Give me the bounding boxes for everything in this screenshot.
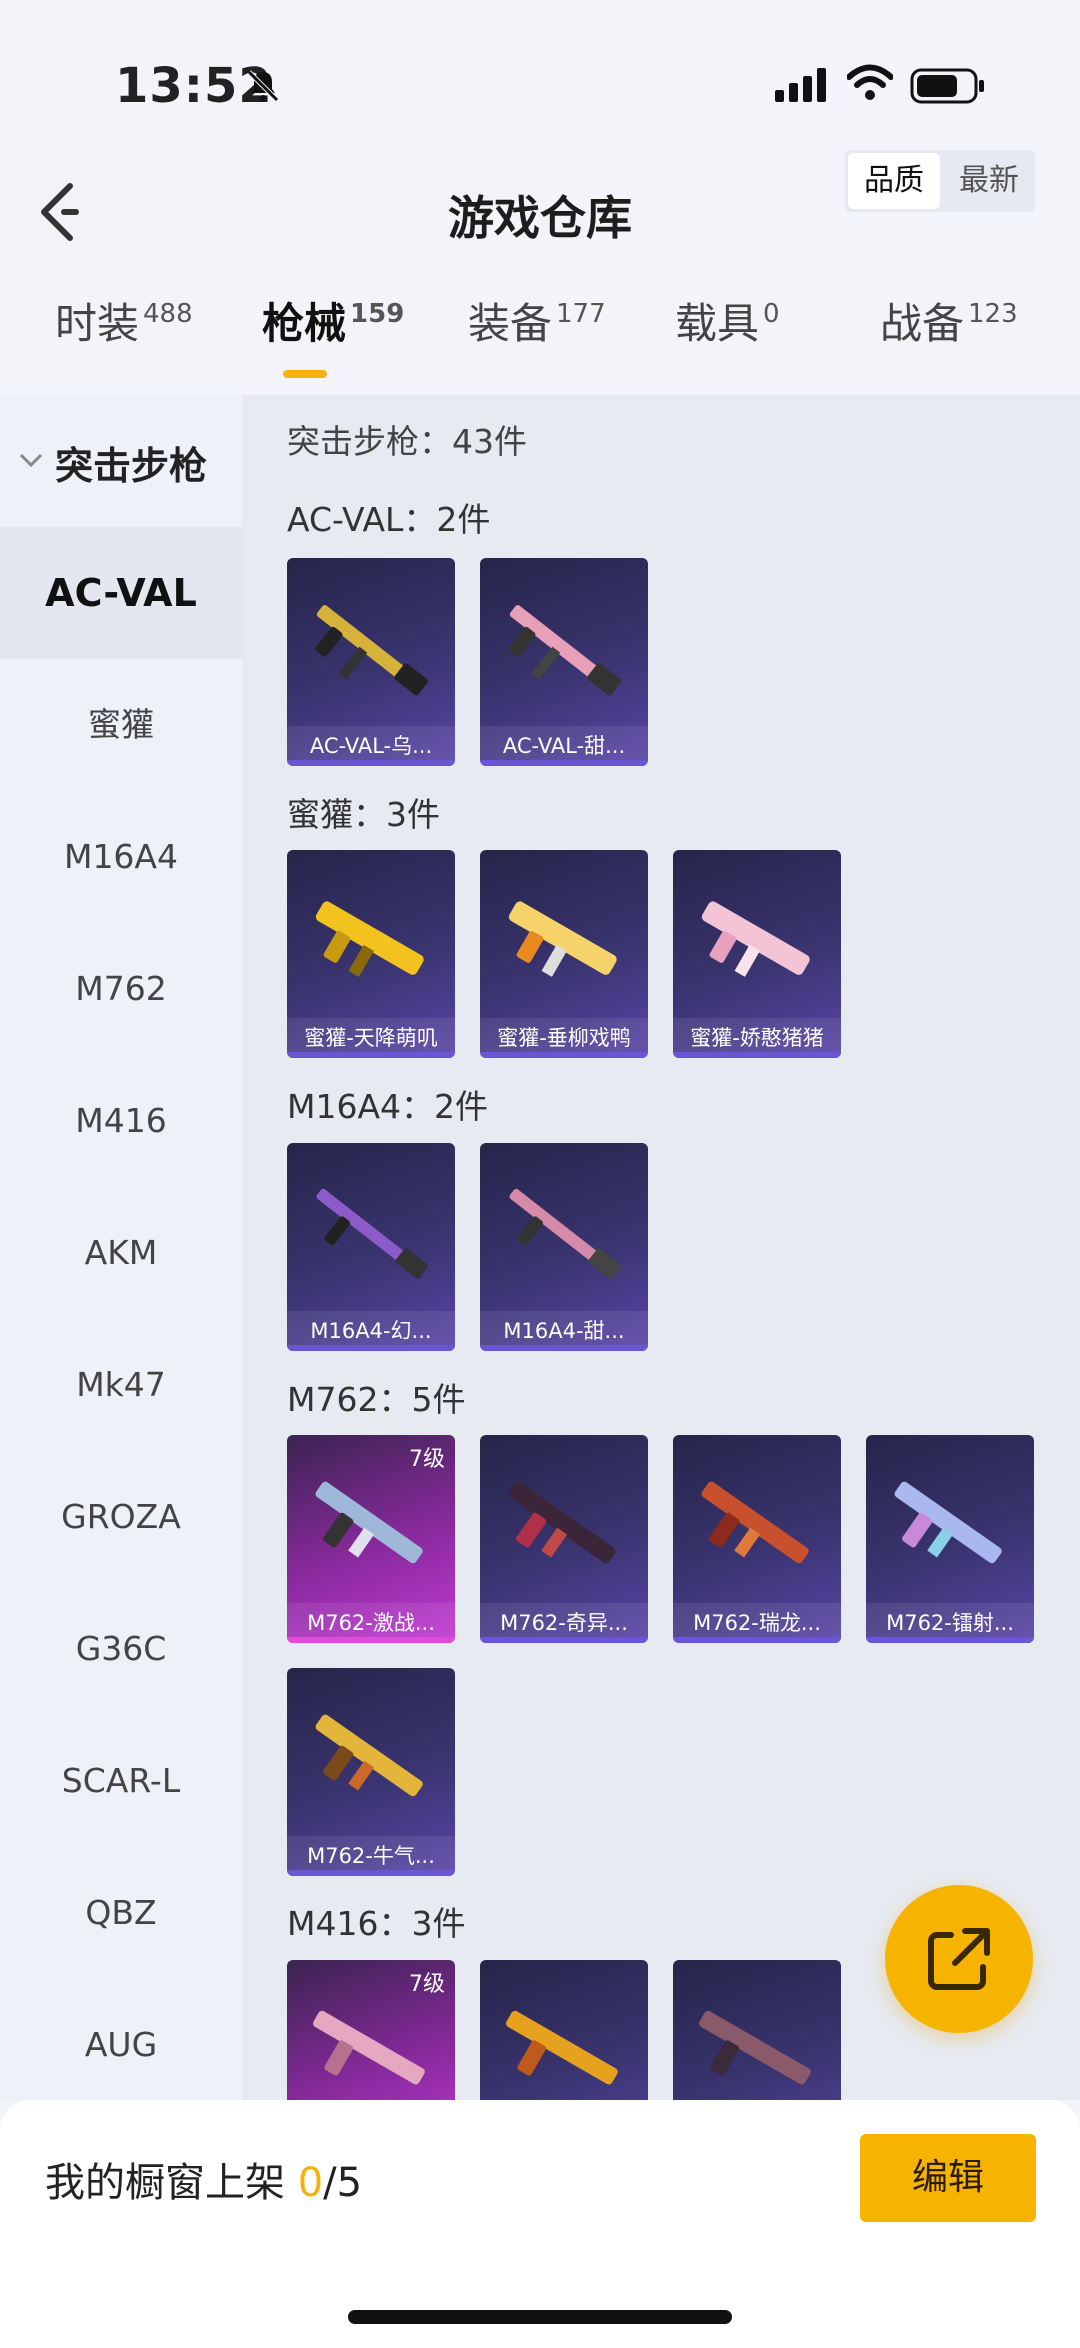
sidebar-category-label: 突击步枪 <box>55 444 208 488</box>
weapon-card[interactable]: 蜜獾-垂柳戏鸭 <box>480 850 648 1058</box>
sidebar-item-mk47[interactable]: Mk47 <box>0 1319 242 1451</box>
rifle-icon <box>509 1188 621 1279</box>
share-icon <box>928 1928 990 1990</box>
tab-label: 时装 <box>55 299 140 348</box>
section-title: M16A4：2件 <box>287 1087 489 1126</box>
weapon-card[interactable]: M762-奇异... <box>480 1435 648 1643</box>
weapon-sidebar: 突击步枪 AC-VAL 蜜獾 M16A4 M762 M416 AKM Mk47 … <box>0 395 242 2100</box>
home-indicator <box>348 2310 732 2324</box>
rifle-icon <box>316 1188 428 1279</box>
section-title: AC-VAL：2件 <box>287 500 491 539</box>
share-button[interactable] <box>885 1885 1033 2033</box>
chevron-down-icon <box>19 453 43 468</box>
sidebar-item-m416[interactable]: M416 <box>0 1055 242 1187</box>
weapon-card[interactable]: AC-VAL-乌... <box>287 558 455 766</box>
weapon-card-name: M762-瑞龙... <box>673 1603 841 1643</box>
tab-label: 枪械 <box>262 299 347 348</box>
sidebar-item-scarl[interactable]: SCAR-L <box>0 1715 242 1847</box>
weapon-card-name: M762-奇异... <box>480 1603 648 1643</box>
tab-count: 159 <box>350 299 405 329</box>
tab-count: 488 <box>143 299 193 329</box>
sort-newest-button[interactable]: 最新 <box>943 150 1035 212</box>
rifle-icon <box>701 901 810 977</box>
rifle-icon <box>506 2010 618 2085</box>
tab-label: 战备 <box>880 299 965 348</box>
tab-equipment[interactable]: 装备 177 <box>468 290 606 351</box>
tab-supplies[interactable]: 战备 123 <box>880 290 1018 351</box>
sidebar-item-groza[interactable]: GROZA <box>0 1451 242 1583</box>
weapon-card-name: 蜜獾-娇憨猪猪 <box>673 1018 841 1058</box>
weapon-card[interactable]: 7级 <box>287 1960 455 2100</box>
weapon-card[interactable]: 蜜獾-娇憨猪猪 <box>673 850 841 1058</box>
signal-icon <box>775 68 826 102</box>
weapon-card-name: M762-牛气... <box>287 1836 455 1876</box>
rifle-icon <box>315 901 424 977</box>
status-bar: 13:52 <box>0 0 1080 150</box>
rifle-icon <box>508 1481 616 1564</box>
weapon-card-name: M16A4-甜... <box>480 1311 648 1351</box>
weapon-card-name: 蜜獾-天降萌叽 <box>287 1018 455 1058</box>
weapon-card-name: M16A4-幻... <box>287 1311 455 1351</box>
sidebar-item-g36c[interactable]: G36C <box>0 1583 242 1715</box>
sidebar-item-honey-badger[interactable]: 蜜獾 <box>0 659 242 791</box>
tab-fashion[interactable]: 时装 488 <box>55 290 193 351</box>
edit-button[interactable]: 编辑 <box>860 2134 1036 2222</box>
tab-weapons[interactable]: 枪械 159 <box>262 290 404 351</box>
rifle-icon <box>313 2010 425 2085</box>
rifle-icon <box>315 605 428 696</box>
showcase-max: /5 <box>323 2160 363 2206</box>
weapon-card[interactable]: M16A4-甜... <box>480 1143 648 1351</box>
weapon-card-name: M762-激战... <box>287 1603 455 1643</box>
section-title: 蜜獾：3件 <box>287 795 440 834</box>
tab-count: 123 <box>968 299 1018 329</box>
sidebar-item-acval[interactable]: AC-VAL <box>0 527 242 659</box>
weapon-card[interactable] <box>480 1960 648 2100</box>
weapon-card[interactable]: M762-瑞龙... <box>673 1435 841 1643</box>
sidebar-item-akm[interactable]: AKM <box>0 1187 242 1319</box>
sidebar-category[interactable]: 突击步枪 <box>0 395 242 525</box>
weapon-card[interactable]: M16A4-幻... <box>287 1143 455 1351</box>
weapon-card-name: 蜜獾-垂柳戏鸭 <box>480 1018 648 1058</box>
tab-label: 装备 <box>468 299 553 348</box>
weapon-card[interactable]: M762-牛气... <box>287 1668 455 1876</box>
sidebar-item-qbz[interactable]: QBZ <box>0 1847 242 1979</box>
showcase-count: 0 <box>297 2160 324 2206</box>
weapon-card[interactable]: 蜜獾-天降萌叽 <box>287 850 455 1058</box>
sort-quality-button[interactable]: 品质 <box>848 153 940 209</box>
showcase-status: 我的橱窗上架 0/5 <box>45 2150 362 2208</box>
rifle-icon <box>508 605 621 696</box>
tab-count: 0 <box>763 299 780 329</box>
rifle-icon <box>508 901 617 977</box>
weapon-card[interactable] <box>673 1960 841 2100</box>
category-tabs: 时装 488 枪械 159 装备 177 载具 0 战备 123 <box>0 290 1080 390</box>
weapon-card-name: AC-VAL-甜... <box>480 726 648 766</box>
weapon-list: 突击步枪：43件 AC-VAL：2件 AC-VAL-乌... AC-VAL-甜.… <box>242 395 1080 2100</box>
section-title: M416：3件 <box>287 1904 466 1943</box>
weapon-card-name: M762-镭射... <box>866 1603 1034 1643</box>
active-tab-indicator <box>283 370 327 378</box>
sort-toggle: 品质 最新 <box>845 150 1035 212</box>
rifle-icon <box>315 1481 423 1564</box>
rifle-icon <box>315 1714 423 1797</box>
tab-vehicles[interactable]: 载具 0 <box>675 290 780 351</box>
battery-icon <box>910 68 984 104</box>
weapon-card[interactable]: AC-VAL-甜... <box>480 558 648 766</box>
weapon-card-name: AC-VAL-乌... <box>287 726 455 766</box>
sidebar-item-aug[interactable]: AUG <box>0 1979 242 2100</box>
weapon-card[interactable]: 7级 M762-激战... <box>287 1435 455 1643</box>
sidebar-item-m762[interactable]: M762 <box>0 923 242 1055</box>
tab-label: 载具 <box>675 299 760 348</box>
section-title: M762：5件 <box>287 1380 466 1419</box>
bell-slash-icon <box>247 70 279 102</box>
rifle-icon <box>699 2010 811 2085</box>
rifle-icon <box>894 1481 1002 1564</box>
category-total: 突击步枪：43件 <box>287 422 527 461</box>
weapon-card[interactable]: M762-镭射... <box>866 1435 1034 1643</box>
showcase-label: 我的橱窗上架 <box>45 2160 298 2206</box>
sidebar-item-m16a4[interactable]: M16A4 <box>0 791 242 923</box>
tab-count: 177 <box>556 299 606 329</box>
rifle-icon <box>701 1481 809 1564</box>
wifi-icon <box>847 64 893 100</box>
